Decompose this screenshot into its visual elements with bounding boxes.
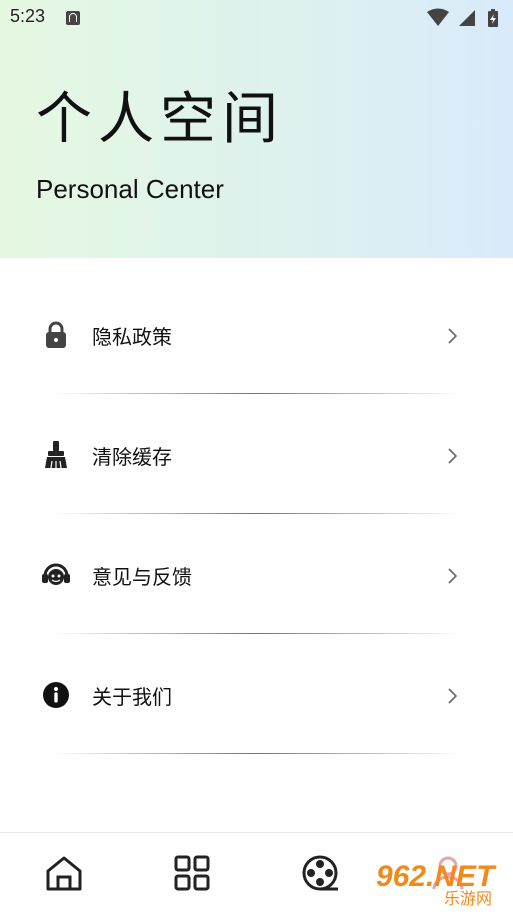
- menu-item-about-us[interactable]: 关于我们: [0, 634, 513, 754]
- watermark-sub: 乐游网: [444, 889, 492, 908]
- wifi-icon: [427, 8, 449, 26]
- menu-item-label: 隐私政策: [92, 325, 172, 349]
- status-time: 5:23: [10, 6, 46, 26]
- lock-icon: [46, 321, 66, 348]
- a-notification-icon: [66, 11, 80, 25]
- battery-icon: [488, 9, 498, 27]
- chevron-right-icon: [448, 448, 458, 464]
- status-bar: 5:23: [0, 0, 513, 36]
- menu-item-clear-cache[interactable]: 清除缓存: [0, 394, 513, 514]
- divider: [50, 753, 463, 754]
- header-banner: 5:23 个人空间 Personal Center: [0, 0, 513, 258]
- menu-item-label: 清除缓存: [92, 445, 172, 469]
- page-title: 个人空间: [36, 87, 284, 152]
- info-icon: [43, 682, 69, 708]
- chevron-right-icon: [448, 688, 458, 704]
- status-icons: [427, 8, 498, 27]
- broom-icon: [45, 441, 67, 469]
- menu-item-feedback[interactable]: 意见与反馈: [0, 514, 513, 634]
- menu-item-privacy-policy[interactable]: 隐私政策: [0, 274, 513, 394]
- menu-item-label: 关于我们: [92, 685, 172, 709]
- settings-menu: 隐私政策 清除缓存 意见与反馈 关于我们: [0, 274, 513, 754]
- headset-icon: [42, 563, 70, 585]
- chevron-right-icon: [448, 568, 458, 584]
- film-reel-icon[interactable]: [300, 853, 340, 893]
- grid-icon[interactable]: [172, 853, 212, 893]
- signal-icon: [459, 10, 475, 26]
- home-icon[interactable]: [44, 853, 84, 893]
- menu-item-label: 意见与反馈: [92, 565, 192, 589]
- page-subtitle: Personal Center: [36, 174, 224, 204]
- watermark-logo: 962.NET 乐游网: [372, 854, 512, 908]
- chevron-right-icon: [448, 328, 458, 344]
